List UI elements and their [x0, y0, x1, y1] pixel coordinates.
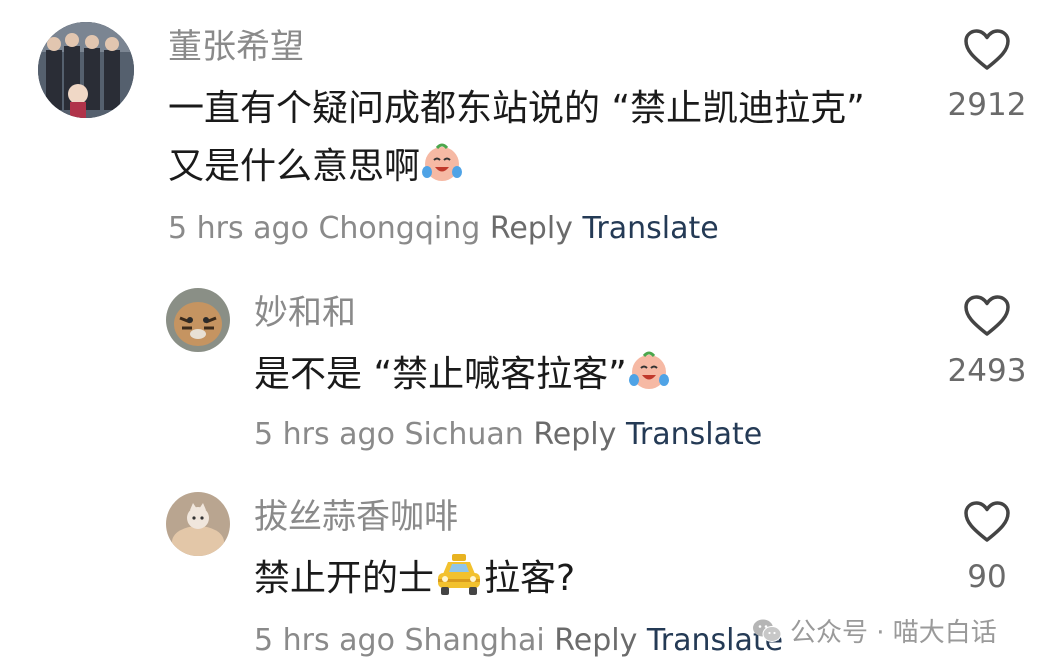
wechat-logo-icon: [753, 619, 782, 642]
comment-text[interactable]: 是不是 “禁止喊客拉客”: [254, 346, 671, 404]
timestamp: 5 hrs ago: [254, 417, 395, 452]
avatar-group-photo-icon: [38, 22, 134, 118]
username[interactable]: 董张希望: [168, 30, 304, 64]
comment-text[interactable]: 一直有个疑问成都东站说的 “禁止凯迪拉克” 又是什么意思啊: [168, 80, 865, 195]
avatar-cat-in-hands-photo-icon: [166, 492, 230, 556]
laughing-crying-face-emoji-icon: [628, 351, 669, 389]
translate-button[interactable]: Translate: [626, 417, 762, 452]
comment-text-segment: 禁止开的士: [254, 558, 435, 599]
comment-text-line: 又是什么意思啊: [168, 145, 421, 187]
comment-meta: 5 hrs ago Shanghai Reply Translate: [254, 626, 783, 656]
heart-outline-icon[interactable]: [963, 28, 1011, 72]
timestamp: 5 hrs ago: [254, 623, 395, 658]
avatar-tiger-photo-icon: [166, 288, 230, 352]
watermark: 公众号 · 喵大白话: [752, 612, 997, 649]
watermark-text: 公众号 · 喵大白话: [790, 618, 997, 648]
laughing-crying-face-emoji-icon: [422, 143, 463, 181]
username[interactable]: 拔丝蒜香咖啡: [254, 500, 458, 534]
taxi-emoji-icon: [438, 554, 481, 595]
comment-meta: 5 hrs ago Sichuan Reply Translate: [254, 420, 762, 450]
heart-outline-icon[interactable]: [963, 500, 1011, 544]
comment-text-line: 是不是 “禁止喊客拉客”: [254, 354, 627, 395]
translate-button[interactable]: Translate: [582, 211, 718, 246]
username[interactable]: 妙和和: [254, 296, 356, 330]
reply-button[interactable]: Reply: [490, 211, 573, 246]
like-count: 90: [967, 559, 1007, 595]
comment-text[interactable]: 禁止开的士 拉客?: [254, 550, 575, 608]
comment-text-segment: 拉客?: [484, 558, 576, 599]
avatar[interactable]: [38, 22, 134, 118]
avatar[interactable]: [166, 288, 230, 352]
comment-text-line: 一直有个疑问成都东站说的 “禁止凯迪拉克”: [168, 88, 865, 129]
comment-meta: 5 hrs ago Chongqing Reply Translate: [168, 214, 719, 244]
location: Sichuan: [404, 417, 524, 452]
timestamp: 5 hrs ago: [168, 211, 309, 246]
like-count: 2912: [947, 87, 1027, 123]
heart-outline-icon[interactable]: [963, 294, 1011, 338]
avatar[interactable]: [166, 492, 230, 556]
location: Shanghai: [404, 623, 545, 658]
reply-button[interactable]: Reply: [554, 623, 637, 658]
reply-button[interactable]: Reply: [533, 417, 616, 452]
like-count: 2493: [947, 353, 1027, 389]
location: Chongqing: [318, 211, 481, 246]
